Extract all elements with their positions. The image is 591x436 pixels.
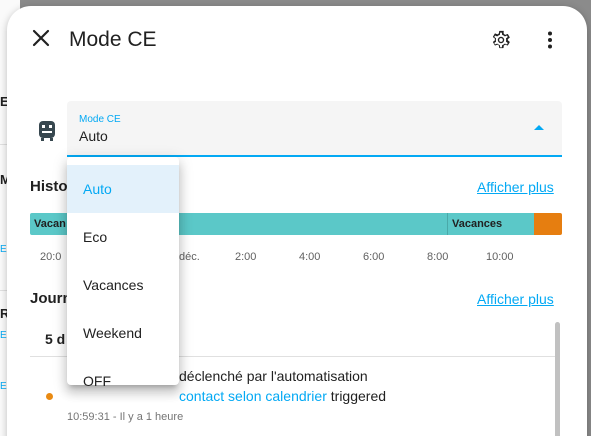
history-show-more-link[interactable]: Afficher plus <box>477 179 554 195</box>
logbook-title: Journ <box>30 290 72 307</box>
background-link[interactable]: E <box>0 330 7 341</box>
axis-label: 4:00 <box>299 251 321 263</box>
logbook-entry-dot <box>46 393 53 400</box>
logbook-date-header: 5 d <box>45 331 66 347</box>
axis-label: déc. <box>179 251 200 263</box>
logbook-entry-time: 10:59:31 - Il y a 1 heure <box>67 411 184 423</box>
mode-select[interactable]: Mode CE Auto <box>67 101 562 157</box>
timeline-segment-label: Vacan <box>34 218 66 230</box>
background-link[interactable]: E <box>0 244 7 255</box>
axis-label: 6:00 <box>363 251 385 263</box>
automation-link[interactable]: contact selon calendrier <box>179 388 327 404</box>
menu-item-off[interactable]: OFF <box>67 357 179 405</box>
close-icon <box>32 29 50 47</box>
dialog-header: Mode CE <box>7 6 587 70</box>
menu-item-vacances[interactable]: Vacances <box>67 261 179 309</box>
water-heater-icon <box>39 121 55 141</box>
select-label: Mode CE <box>79 114 121 125</box>
mode-dropdown-menu: Auto Eco Vacances Weekend OFF <box>67 157 179 389</box>
axis-label: 2:00 <box>235 251 257 263</box>
menu-item-eco[interactable]: Eco <box>67 213 179 261</box>
axis-label: 10:00 <box>486 251 514 263</box>
scrollbar[interactable] <box>555 322 560 436</box>
logbook-show-more-link[interactable]: Afficher plus <box>477 291 554 307</box>
more-options-button[interactable] <box>537 27 563 53</box>
menu-item-weekend[interactable]: Weekend <box>67 309 179 357</box>
close-button[interactable] <box>27 24 55 52</box>
settings-button[interactable] <box>488 27 514 53</box>
timeline-segment-label: Vacances <box>452 218 503 230</box>
select-value: Auto <box>79 128 108 144</box>
axis-label: 8:00 <box>427 251 449 263</box>
menu-item-auto[interactable]: Auto <box>67 165 179 213</box>
dialog-title: Mode CE <box>69 28 157 51</box>
axis-label: 20:0 <box>40 251 62 263</box>
chevron-up-icon <box>534 125 544 130</box>
history-title: Histo <box>30 178 68 195</box>
background-link[interactable]: E <box>0 381 7 392</box>
gear-icon <box>492 30 510 49</box>
timeline-segment-vacances[interactable]: Vacances <box>447 213 534 235</box>
more-vertical-icon <box>548 31 552 49</box>
timeline-segment-other[interactable] <box>534 213 562 235</box>
